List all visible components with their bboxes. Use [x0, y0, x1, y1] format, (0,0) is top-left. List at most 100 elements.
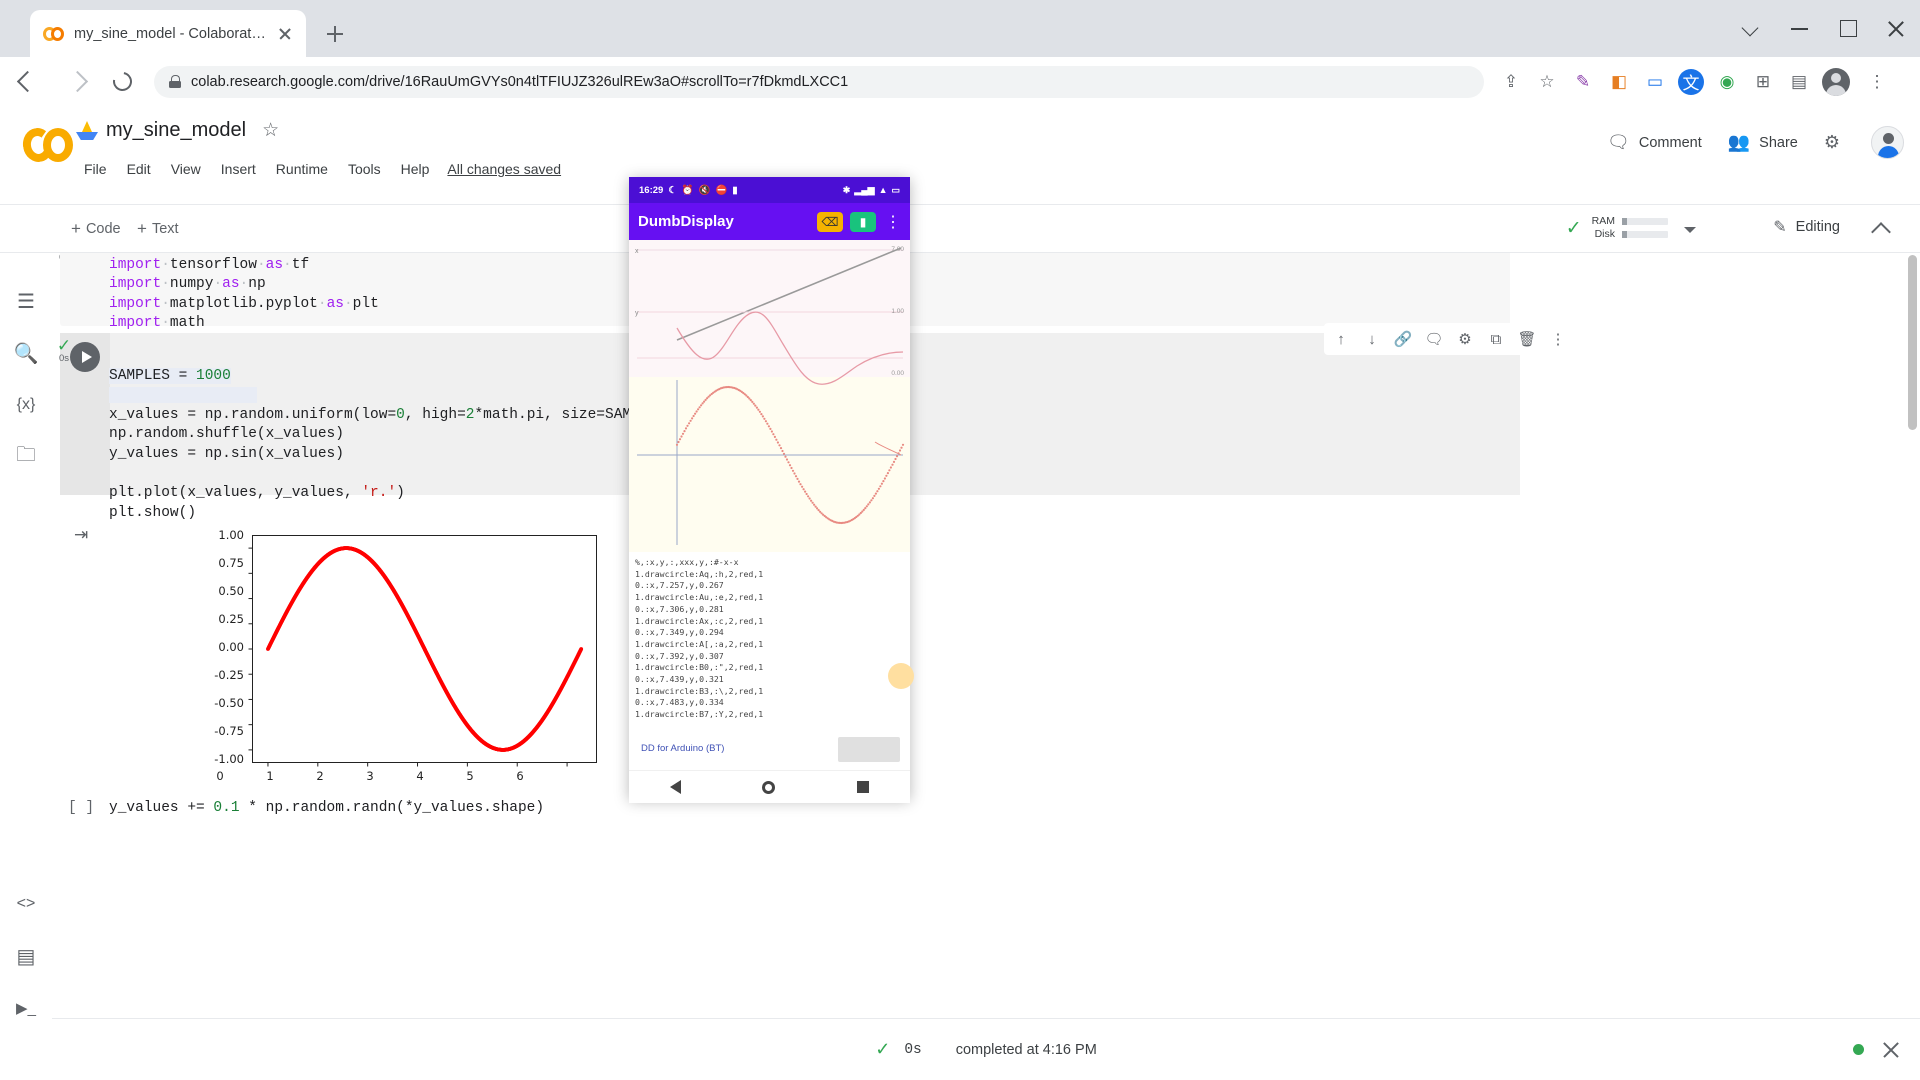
sidepanel-icon[interactable]: ▤	[1782, 65, 1816, 99]
y-tick-label: -1.00	[214, 752, 244, 766]
menu-help[interactable]: Help	[391, 156, 440, 182]
more-options-icon[interactable]: ⋮	[885, 212, 901, 232]
pen-icon[interactable]: ✎	[1566, 65, 1600, 99]
code-snippets-icon[interactable]: <>	[0, 878, 52, 930]
signal-icon: ▂▄▆	[854, 184, 875, 195]
menu-tools[interactable]: Tools	[338, 156, 391, 182]
menu-file[interactable]: File	[74, 156, 117, 182]
ram-bar	[1622, 218, 1668, 225]
chevron-down-icon[interactable]	[1684, 227, 1696, 233]
maximize-icon[interactable]	[1824, 0, 1872, 57]
editing-mode-button[interactable]: ✎ Editing	[1773, 217, 1840, 237]
phone-footer-link[interactable]: DD for Arduino (BT)	[641, 743, 724, 754]
move-cell-up-icon[interactable]: ↑	[1328, 326, 1354, 352]
record-button[interactable]: ▮	[850, 211, 876, 232]
bookmark-star-icon[interactable]: ☆	[1530, 65, 1564, 99]
close-icon[interactable]	[274, 23, 296, 45]
move-cell-down-icon[interactable]: ↓	[1359, 326, 1385, 352]
minimize-icon[interactable]	[1776, 0, 1824, 57]
menu-edit[interactable]: Edit	[117, 156, 161, 182]
log-line: 1.drawcircle:Aq,:h,2,red,1	[635, 568, 764, 579]
settings-button[interactable]: ⚙	[1824, 132, 1849, 153]
forward-button[interactable]	[54, 61, 96, 103]
phone-plot-canvas[interactable]: x y 7.00 1.00 0.00	[629, 240, 910, 552]
output-arrow-icon: ⇥	[74, 525, 89, 544]
menu-insert[interactable]: Insert	[211, 156, 266, 182]
share-icon[interactable]: ⇪	[1494, 65, 1528, 99]
home-button[interactable]	[762, 780, 776, 794]
y-tick-label: 1.00	[218, 528, 244, 542]
add-code-cell-button[interactable]: + Code	[62, 216, 130, 242]
window-close-icon[interactable]	[1872, 0, 1920, 57]
phone-floating-badge[interactable]	[888, 663, 914, 689]
notebook-title[interactable]: my_sine_model	[106, 119, 246, 142]
cell-3-prompt[interactable]: [ ]	[68, 800, 94, 816]
share-button[interactable]: 👥 Share	[1728, 132, 1798, 153]
search-icon[interactable]: 🔍	[0, 327, 52, 379]
save-status[interactable]: All changes saved	[447, 161, 561, 177]
terminal-icon[interactable]: ▶_	[0, 982, 52, 1034]
battery-icon: ▮	[732, 184, 738, 196]
log-line: 1.drawcircle:Ax,:c,2,red,1	[635, 615, 764, 626]
chrome-menu-icon[interactable]: ⋮	[1860, 65, 1894, 99]
files-icon[interactable]: 🗀	[0, 431, 52, 483]
more-options-icon[interactable]: ⋮	[1545, 326, 1571, 352]
android-phone-overlay: 16:29 ☾ ⏰ 🔇 ⛔ ▮ ✱ ▂▄▆ ▲ ▭ DumbDisplay ⌫ …	[629, 177, 914, 803]
colab-icon	[43, 24, 64, 44]
comment-button[interactable]: 🗨 Comment	[1607, 132, 1702, 153]
scrollbar-thumb[interactable]	[1908, 255, 1917, 430]
matplotlib-figure: 1.00 0.75 0.50 0.25 0.00 -0.25 -0.50 -0.…	[152, 525, 600, 787]
translate-icon[interactable]: 文	[1674, 65, 1708, 99]
cell-2-code[interactable]: SAMPLES = 1000 x_values = np.random.unif…	[109, 347, 675, 523]
close-icon[interactable]	[1880, 1039, 1902, 1061]
link-to-cell-icon[interactable]: 🔗	[1390, 326, 1416, 352]
cell-1-code[interactable]: import·tensorflow·as·tf import·numpy·as·…	[109, 253, 379, 334]
lock-icon	[168, 75, 181, 88]
puzzle-piece-icon[interactable]: ◧	[1602, 65, 1636, 99]
new-tab-button[interactable]	[320, 19, 350, 49]
chevron-down-icon[interactable]	[1728, 0, 1776, 57]
add-comment-icon[interactable]: 🗨	[1421, 326, 1447, 352]
browser-tab[interactable]: my_sine_model - Colaboratory	[30, 10, 306, 57]
copy-cell-icon[interactable]: ⧉	[1483, 326, 1509, 352]
vertical-scrollbar[interactable]	[1907, 255, 1918, 1018]
address-bar[interactable]: colab.research.google.com/drive/16RauUmG…	[154, 65, 1484, 98]
back-button[interactable]	[669, 780, 681, 794]
profile-avatar[interactable]	[1822, 67, 1850, 96]
tab-title: my_sine_model - Colaboratory	[74, 25, 268, 42]
shield-icon[interactable]: ◉	[1710, 65, 1744, 99]
phone-plot-label-midright: 1.00	[891, 308, 904, 315]
y-tick-label: 0.75	[218, 556, 244, 570]
recents-button[interactable]	[857, 781, 870, 793]
menu-view[interactable]: View	[161, 156, 211, 182]
status-exec-time: 0s	[904, 1041, 922, 1058]
comment-icon: 🗨	[1607, 132, 1630, 152]
star-icon[interactable]: ☆	[262, 119, 279, 142]
back-button[interactable]	[6, 61, 48, 103]
extensions-icon[interactable]: ⊞	[1746, 65, 1780, 99]
phone-log-panel[interactable]: %,:x,y,:,xxx,y,:#-x-x 1.drawcircle:Aq,:h…	[629, 552, 910, 734]
cast-icon[interactable]: ▭	[1638, 65, 1672, 99]
phone-footer-button[interactable]	[838, 737, 900, 762]
x-tick-label: 0	[216, 769, 224, 783]
disk-label: Disk	[1594, 228, 1615, 240]
add-text-cell-button[interactable]: + Text	[128, 216, 188, 242]
disconnect-button[interactable]: ⌫	[817, 211, 843, 232]
cell-3-code[interactable]: y_values += 0.1 * np.random.randn(*y_val…	[109, 799, 544, 819]
code-label: Code	[85, 221, 121, 237]
reload-button[interactable]	[102, 61, 144, 103]
variables-icon[interactable]: {x}	[0, 379, 52, 431]
avatar[interactable]	[1871, 126, 1904, 159]
command-palette-icon[interactable]: ▤	[0, 930, 52, 982]
ram-label: RAM	[1591, 215, 1615, 227]
phone-app-title: DumbDisplay	[638, 213, 734, 230]
cell-settings-icon[interactable]: ⚙	[1452, 326, 1478, 352]
menu-runtime[interactable]: Runtime	[266, 156, 338, 182]
delete-cell-icon[interactable]: 🗑	[1514, 326, 1540, 352]
toc-icon[interactable]: ☰	[0, 275, 52, 327]
x-tick-label: 6	[516, 769, 524, 783]
chevron-up-icon[interactable]	[1871, 222, 1891, 242]
battery-charging-icon: ▭	[891, 184, 900, 195]
resource-monitor[interactable]: ✓ RAM Disk	[1566, 215, 1668, 241]
run-cell-button[interactable]	[70, 342, 100, 372]
